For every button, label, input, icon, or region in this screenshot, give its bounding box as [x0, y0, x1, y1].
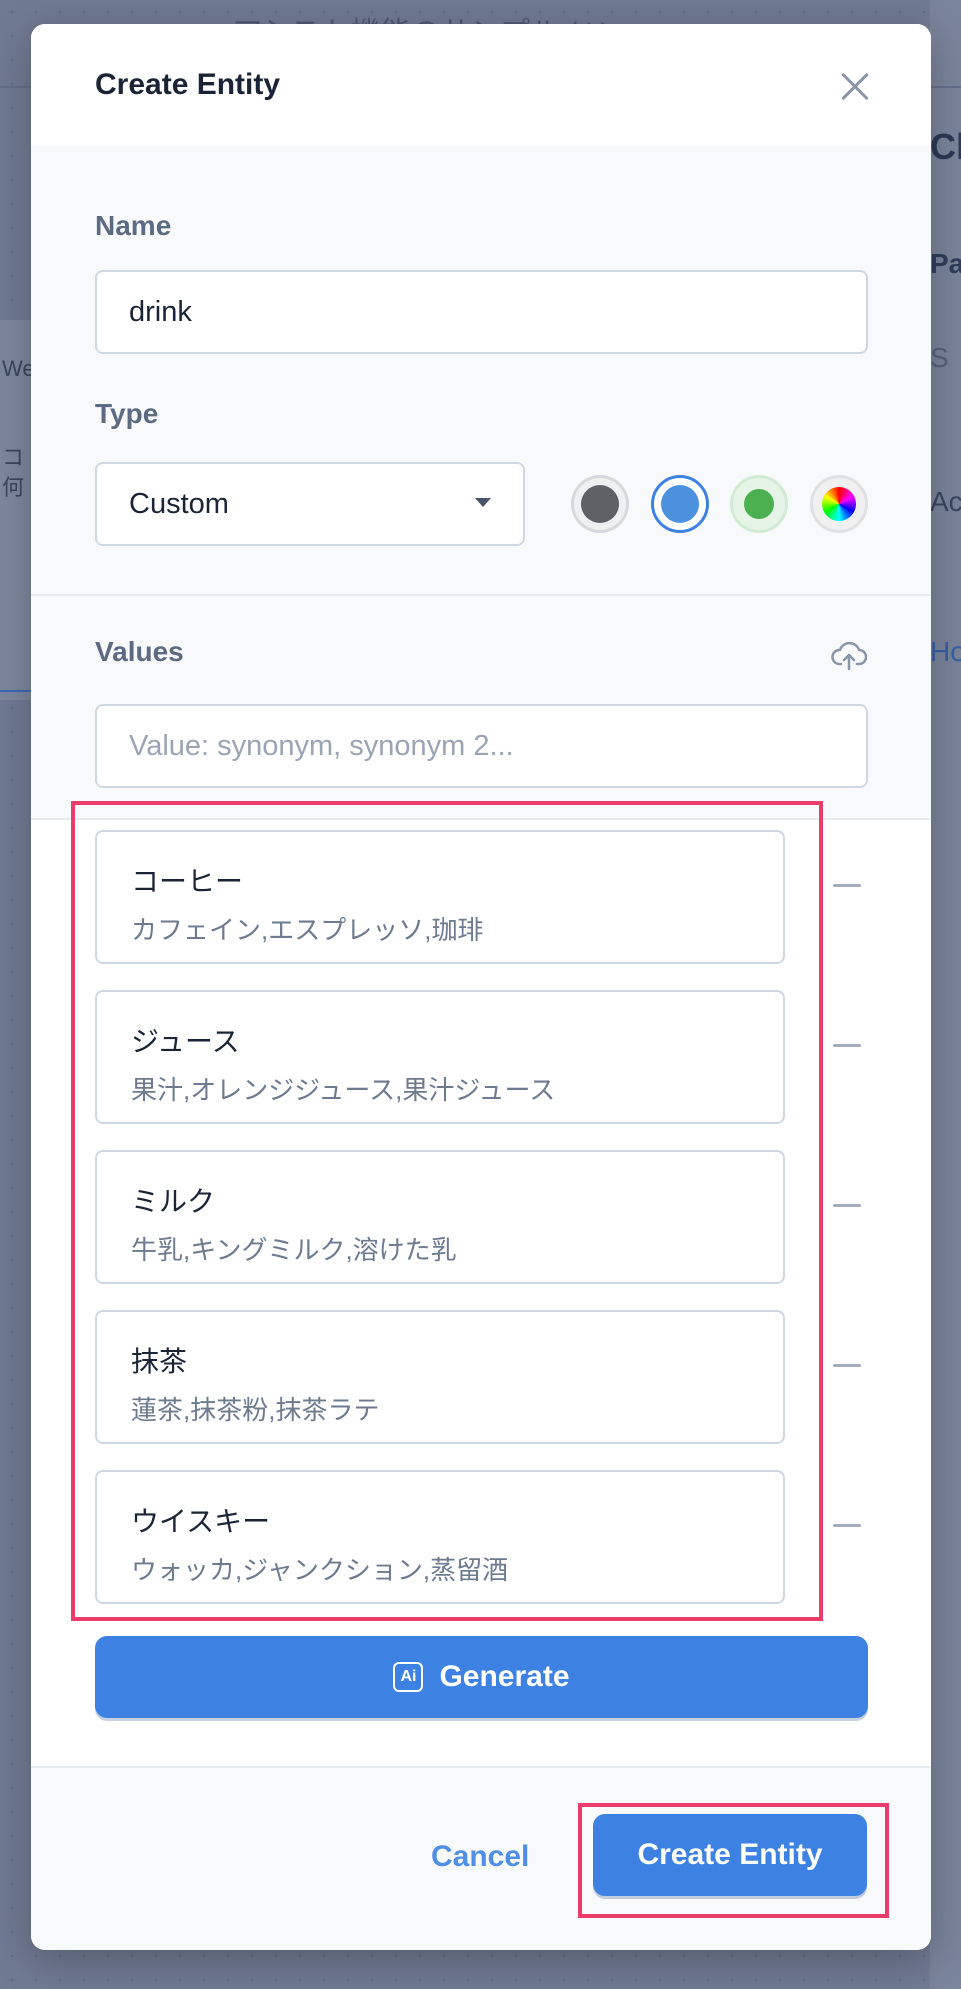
remove-value-button[interactable] — [823, 1026, 871, 1066]
type-select-value: Custom — [129, 487, 229, 520]
type-select[interactable]: Custom — [95, 462, 525, 546]
background-right-text: Pat — [930, 248, 961, 279]
value-item[interactable]: ジュース 果汁,オレンジジュース,果汁ジュース — [95, 990, 785, 1124]
value-item[interactable]: ウイスキー ウォッカ,ジャンクション,蒸留酒 — [95, 1470, 785, 1604]
modal-footer: Cancel Create Entity — [31, 1766, 931, 1950]
value-synonyms: 果汁,オレンジジュース,果汁ジュース — [131, 1075, 556, 1105]
value-item[interactable]: ミルク 牛乳,キングミルク,溶けた乳 — [95, 1150, 785, 1284]
entity-settings-section: Name drink Type Custom — [31, 146, 931, 596]
minus-icon — [833, 1044, 861, 1047]
name-label: Name — [95, 210, 172, 241]
remove-value-button[interactable] — [823, 1186, 871, 1226]
minus-icon — [833, 1364, 861, 1367]
background-right-panel: Ch Pat S Act How — [930, 0, 961, 1989]
color-dot — [744, 489, 774, 519]
remove-value-button[interactable] — [823, 866, 871, 906]
color-dot — [581, 485, 619, 523]
color-swatch-green[interactable] — [730, 475, 788, 533]
value-synonyms: カフェイン,エスプレッソ,珈琲 — [131, 915, 484, 945]
rainbow-color-icon — [822, 487, 856, 521]
cancel-button[interactable]: Cancel — [431, 1840, 529, 1874]
background-right-text: How — [930, 636, 961, 667]
value-synonyms: ウォッカ,ジャンクション,蒸留酒 — [131, 1555, 509, 1585]
value-name: コーヒー — [131, 866, 244, 897]
chevron-down-icon — [475, 498, 491, 507]
value-synonyms: 牛乳,キングミルク,溶けた乳 — [131, 1235, 457, 1265]
background-right-text: Ch — [930, 126, 961, 167]
minus-icon — [833, 884, 861, 887]
values-label: Values — [95, 636, 184, 667]
value-name: ミルク — [131, 1186, 216, 1217]
remove-value-button[interactable] — [823, 1346, 871, 1386]
background-divider — [0, 690, 32, 692]
background-left-panel: We コ 何 — [0, 320, 35, 700]
modal-title: Create Entity — [95, 68, 281, 101]
color-dot — [661, 485, 699, 523]
background-left-text: コ — [2, 445, 25, 470]
color-swatch-blue[interactable] — [651, 475, 709, 533]
background-left-text: 何 — [2, 475, 25, 500]
create-entity-modal: Create Entity Name drink Type Custom Val… — [31, 24, 931, 1950]
name-input[interactable]: drink — [95, 270, 868, 354]
ai-icon: Ai — [393, 1662, 424, 1692]
value-name: 抹茶 — [131, 1346, 188, 1377]
background-right-text: S — [930, 342, 949, 373]
modal-header: Create Entity — [31, 24, 931, 148]
color-swatch-rainbow[interactable] — [810, 475, 868, 533]
generate-label: Generate — [439, 1660, 570, 1693]
close-icon[interactable] — [835, 66, 875, 106]
value-item[interactable]: コーヒー カフェイン,エスプレッソ,珈琲 — [95, 830, 785, 964]
values-section: Values Value: synonym, synonym 2... — [31, 596, 931, 820]
upload-cloud-icon[interactable] — [831, 638, 867, 674]
value-item[interactable]: 抹茶 蓮茶,抹茶粉,抹茶ラテ — [95, 1310, 785, 1444]
value-name: ジュース — [131, 1026, 240, 1057]
background-right-text: Act — [930, 486, 961, 517]
minus-icon — [833, 1204, 861, 1207]
minus-icon — [833, 1524, 861, 1527]
create-entity-button[interactable]: Create Entity — [593, 1814, 867, 1896]
value-synonyms: 蓮茶,抹茶粉,抹茶ラテ — [131, 1395, 380, 1425]
value-input[interactable]: Value: synonym, synonym 2... — [95, 704, 868, 788]
color-swatch-gray[interactable] — [571, 475, 629, 533]
remove-value-button[interactable] — [823, 1506, 871, 1546]
type-label: Type — [95, 398, 159, 429]
generate-button[interactable]: Ai Generate — [95, 1636, 868, 1718]
value-name: ウイスキー — [131, 1506, 271, 1537]
background-left-text: We — [2, 356, 35, 381]
